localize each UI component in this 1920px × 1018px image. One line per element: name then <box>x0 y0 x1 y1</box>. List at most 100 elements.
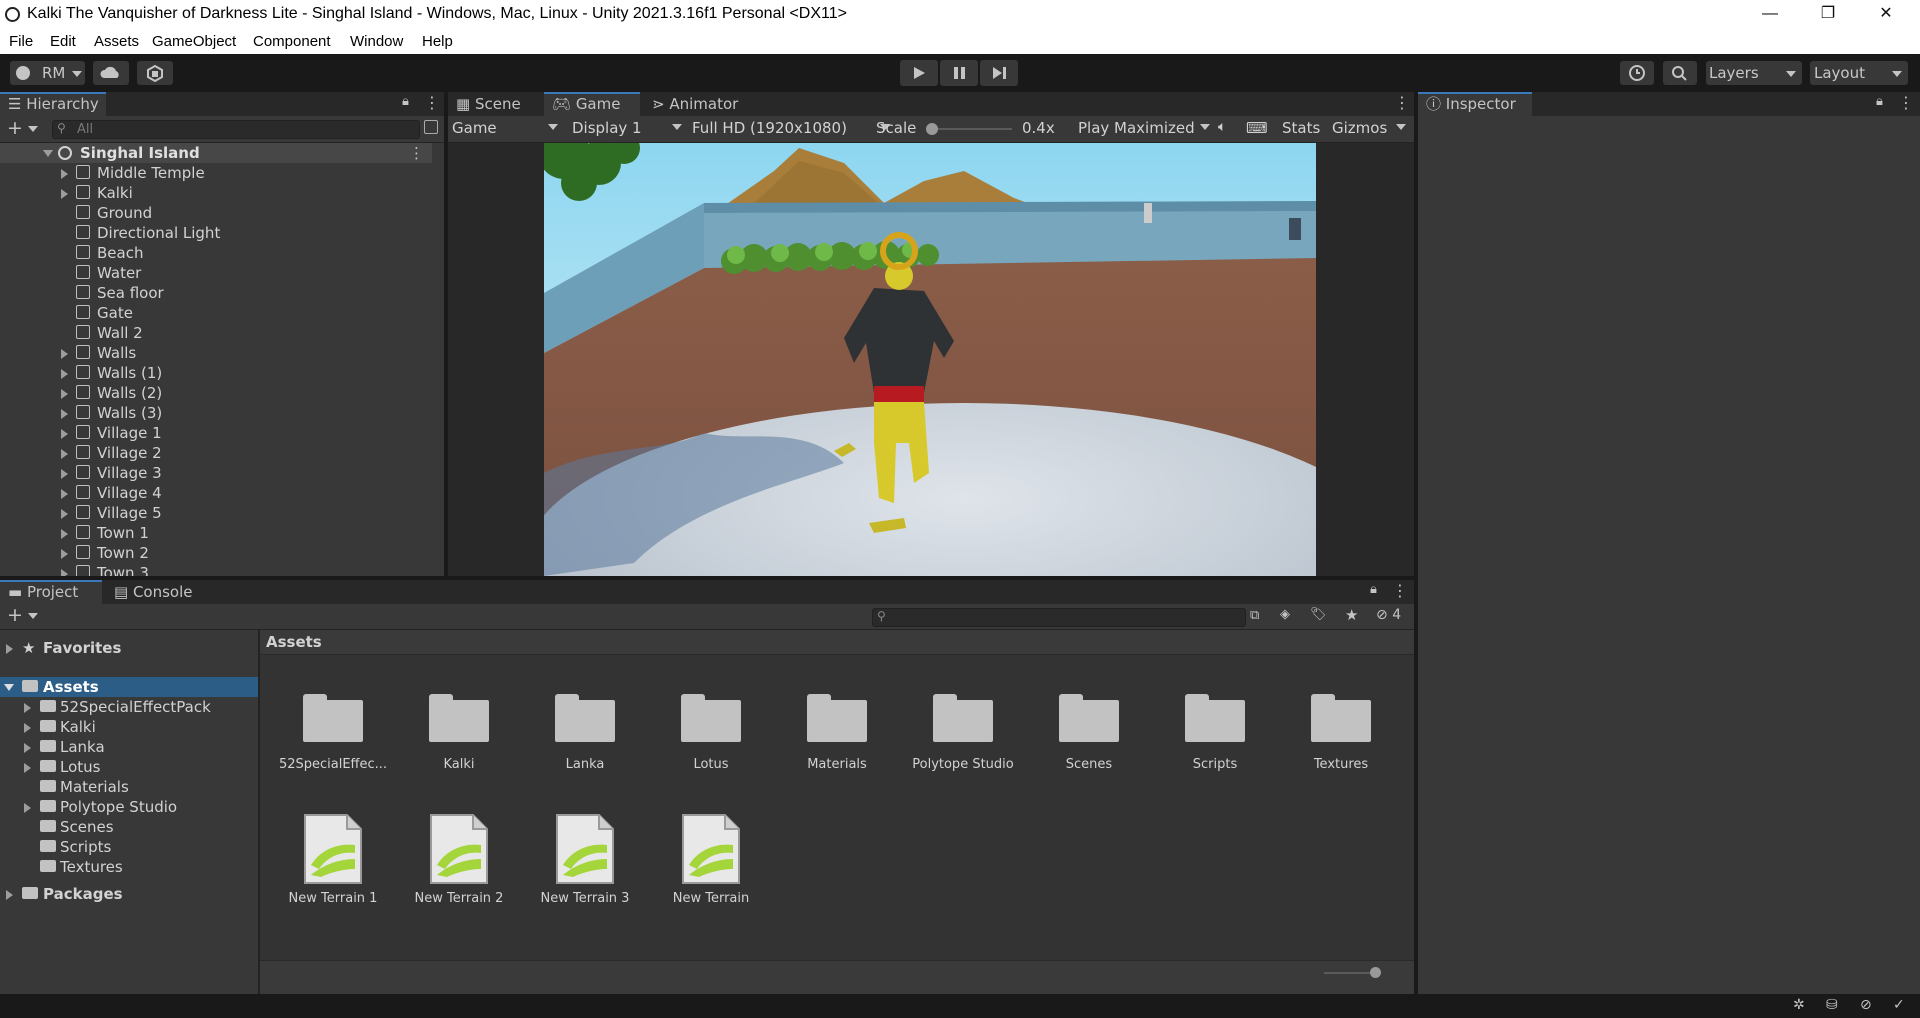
add-icon[interactable]: + <box>7 604 23 626</box>
project-tree-item[interactable]: Polytope Studio <box>0 797 258 817</box>
asset-terrain[interactable]: New Terrain <box>648 796 774 916</box>
asset-folder[interactable]: Lanka <box>522 666 648 786</box>
asset-folder[interactable]: Polytope Studio <box>900 666 1026 786</box>
scale-slider[interactable] <box>926 123 1012 135</box>
hierarchy-item[interactable]: Walls (2) <box>0 383 432 403</box>
hierarchy-item[interactable]: Village 3 <box>0 463 432 483</box>
asset-folder[interactable]: 52SpecialEffec... <box>270 666 396 786</box>
more-options-icon[interactable]: ⋮ <box>409 143 424 163</box>
progress-ok-icon[interactable]: ✓ <box>1893 997 1905 1013</box>
menu-gameobject[interactable]: GameObject <box>152 33 236 50</box>
hierarchy-item[interactable]: Walls (3) <box>0 403 432 423</box>
assets-root-row[interactable]: Assets <box>0 677 258 697</box>
hidden-packages-toggle[interactable]: ⊘ 4 <box>1376 607 1401 623</box>
more-options-icon[interactable]: ⋮ <box>1394 93 1410 112</box>
auto-generate-lighting-icon[interactable]: ⊘ <box>1860 997 1872 1013</box>
icon-size-slider-thumb[interactable] <box>1370 967 1381 978</box>
tab-console[interactable]: ▤ Console <box>110 580 220 604</box>
menu-window[interactable]: Window <box>350 33 403 50</box>
search-options-icon[interactable] <box>424 120 438 134</box>
project-search-input[interactable]: ⚲ <box>872 608 1246 627</box>
menu-file[interactable]: File <box>9 33 33 50</box>
hierarchy-item[interactable]: Walls <box>0 343 432 363</box>
lock-icon[interactable]: 🔒︎ <box>402 94 409 109</box>
restore-button[interactable]: ❐ <box>1800 0 1856 30</box>
hierarchy-item[interactable]: Sea floor <box>0 283 432 303</box>
hierarchy-item[interactable]: Gate <box>0 303 432 323</box>
hierarchy-item[interactable]: Directional Light <box>0 223 432 243</box>
project-tree-item[interactable]: Lanka <box>0 737 258 757</box>
filter-by-type-icon[interactable]: ◈ <box>1280 607 1290 622</box>
tab-inspector[interactable]: ⓘ Inspector <box>1418 92 1532 116</box>
menu-edit[interactable]: Edit <box>50 33 76 50</box>
hierarchy-item[interactable]: Water <box>0 263 432 283</box>
project-tree-item[interactable]: Scenes <box>0 817 258 837</box>
tab-project[interactable]: ▬ Project <box>0 580 102 604</box>
layers-dropdown[interactable]: Layers <box>1706 61 1802 85</box>
undo-history-button[interactable] <box>1620 61 1654 85</box>
chevron-down-icon[interactable] <box>28 606 38 624</box>
search-by-type-icon[interactable]: ⧉ <box>1250 608 1259 623</box>
more-options-icon[interactable]: ⋮ <box>1392 581 1408 600</box>
hierarchy-item[interactable]: Kalki <box>0 183 432 203</box>
menu-help[interactable]: Help <box>422 33 453 50</box>
asset-folder[interactable]: Textures <box>1278 666 1404 786</box>
project-tree-item[interactable]: 52SpecialEffectPack <box>0 697 258 717</box>
project-tree-item[interactable]: Lotus <box>0 757 258 777</box>
hierarchy-search-input[interactable]: ⚲ All <box>52 120 420 139</box>
hierarchy-item[interactable]: Town 1 <box>0 523 432 543</box>
project-tree-item[interactable]: Materials <box>0 777 258 797</box>
favorite-star-icon[interactable]: ★ <box>1345 606 1358 624</box>
hierarchy-item[interactable]: Walls (1) <box>0 363 432 383</box>
hierarchy-item[interactable]: Town 2 <box>0 543 432 563</box>
asset-folder[interactable]: Scenes <box>1026 666 1152 786</box>
more-options-icon[interactable]: ⋮ <box>424 93 440 112</box>
play-button[interactable] <box>900 60 938 86</box>
hierarchy-item[interactable]: Village 1 <box>0 423 432 443</box>
asset-folder[interactable]: Scripts <box>1152 666 1278 786</box>
hierarchy-item[interactable]: Village 5 <box>0 503 432 523</box>
tab-scene[interactable]: ▦ Scene <box>448 92 544 116</box>
project-tree-item[interactable]: Scripts <box>0 837 258 857</box>
collab-button[interactable] <box>137 61 173 85</box>
mute-audio-icon[interactable]: 🔈︎ <box>1218 119 1226 135</box>
hierarchy-item[interactable]: Town 3 <box>0 563 432 576</box>
breadcrumb-assets[interactable]: Assets <box>266 633 322 651</box>
scene-row[interactable]: Singhal Island ⋮ <box>0 143 432 163</box>
minimize-button[interactable]: — <box>1742 0 1798 30</box>
menu-assets[interactable]: Assets <box>94 33 139 50</box>
hierarchy-item[interactable]: Middle Temple <box>0 163 432 183</box>
layout-dropdown[interactable]: Layout <box>1810 61 1908 85</box>
more-options-icon[interactable]: ⋮ <box>1898 93 1914 112</box>
asset-terrain[interactable]: New Terrain 3 <box>522 796 648 916</box>
stats-toggle[interactable]: Stats <box>1282 119 1320 137</box>
account-dropdown[interactable]: RM <box>10 61 85 85</box>
tab-hierarchy[interactable]: ☰ Hierarchy <box>0 92 106 116</box>
keyboard-icon[interactable]: ⌨ <box>1246 119 1268 137</box>
chevron-down-icon[interactable] <box>1396 117 1406 135</box>
close-button[interactable]: ✕ <box>1858 0 1914 30</box>
resolution-dropdown[interactable]: Full HD (1920x1080) <box>692 119 892 137</box>
project-tree-item[interactable]: Kalki <box>0 717 258 737</box>
menu-component[interactable]: Component <box>253 33 331 50</box>
pause-button[interactable] <box>940 60 978 86</box>
icon-size-slider[interactable] <box>1324 967 1381 978</box>
lock-icon[interactable]: 🔒︎ <box>1876 94 1883 109</box>
scale-slider-thumb[interactable] <box>926 123 938 135</box>
asset-terrain[interactable]: New Terrain 1 <box>270 796 396 916</box>
hierarchy-item[interactable]: Ground <box>0 203 432 223</box>
game-mode-dropdown[interactable]: Game <box>452 119 560 137</box>
asset-folder[interactable]: Kalki <box>396 666 522 786</box>
add-icon[interactable]: + <box>7 117 23 139</box>
tab-game[interactable]: 🎮︎ Game <box>544 92 640 116</box>
hierarchy-item[interactable]: Wall 2 <box>0 323 432 343</box>
asset-folder[interactable]: Materials <box>774 666 900 786</box>
hierarchy-item[interactable]: Village 2 <box>0 443 432 463</box>
hierarchy-item[interactable]: Beach <box>0 243 432 263</box>
tab-animator[interactable]: ⋗ Animator <box>650 92 760 116</box>
chevron-down-icon[interactable] <box>28 119 38 137</box>
filter-by-label-icon[interactable]: 🏷︎ <box>1310 607 1327 622</box>
play-mode-dropdown[interactable]: Play Maximized <box>1078 119 1212 137</box>
cache-server-icon[interactable]: ⛁ <box>1826 997 1838 1013</box>
lock-icon[interactable]: 🔒︎ <box>1370 582 1377 597</box>
